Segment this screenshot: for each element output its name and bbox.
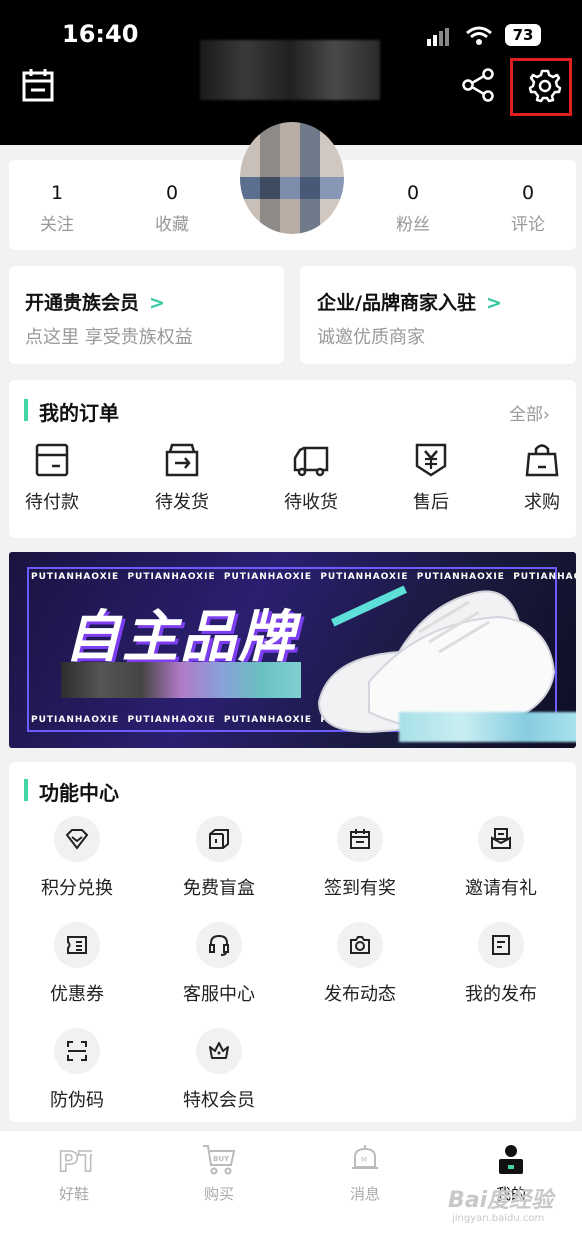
function-center-card: 功能中心 积分兑换 免费盲盒 签到有奖 邀请有礼 优惠券 客服中心 发布动态 我… [9,762,576,1122]
svg-text:PT: PT [58,1145,92,1175]
gear-icon[interactable] [527,68,563,104]
merchant-subtitle: 诚邀优质商家 [317,327,425,348]
bell-icon: M [352,1145,378,1169]
func-points-exchange[interactable]: 积分兑换 [22,816,132,900]
func-label: 签到有奖 [324,878,396,899]
fans-count[interactable]: 0 [373,182,453,204]
invite-icon [491,828,511,849]
orders-all-link[interactable]: 全部› [509,400,550,425]
blurred-username [200,40,380,100]
signal-icon [427,28,449,46]
comments-label[interactable]: 评论 [488,210,568,235]
coupon-icon [67,936,87,954]
watermark-url: jingyan.baidu.com [452,1213,545,1224]
func-customer-service[interactable]: 客服中心 [164,922,274,1006]
func-check-in-reward[interactable]: 签到有奖 [305,816,415,900]
section-accent-bar [24,779,28,801]
share-icon[interactable] [462,68,496,102]
watermark-logo: Bai度经验 [448,1188,554,1213]
order-label: 售后 [413,492,449,513]
order-after-sales[interactable]: 售后 [391,442,471,514]
section-accent-bar [24,399,28,421]
favorites-count[interactable]: 0 [132,182,212,204]
func-label: 发布动态 [324,984,396,1005]
battery-indicator: 73 [505,24,541,46]
func-label: 邀请有礼 [465,878,537,899]
comments-count[interactable]: 0 [488,182,568,204]
camera-icon [350,936,370,954]
nav-tab-shoes[interactable]: PT 好鞋 [34,1143,114,1204]
func-label: 积分兑换 [41,878,113,899]
sneaker-image [317,585,556,734]
order-pending-receipt[interactable]: 待收货 [271,442,351,514]
func-label: 我的发布 [465,984,537,1005]
merchant-join-card[interactable]: 企业/品牌商家入驻 > 诚邀优质商家 [300,266,576,364]
order-pending-shipment[interactable]: 待发货 [142,442,222,514]
diamond-icon [65,829,89,850]
nav-tab-messages[interactable]: M 消息 [325,1143,405,1204]
order-label: 待发货 [155,492,209,513]
buy-cart-icon: BUY [203,1145,236,1175]
svg-text:M: M [361,1156,367,1164]
document-icon [492,935,510,955]
box-icon [209,829,229,849]
fans-label[interactable]: 粉丝 [373,210,453,235]
nav-label: 好鞋 [58,1185,89,1203]
orders-card: 我的订单 全部› 待付款 待发货 待收货 售后 求购 [9,380,576,538]
crown-icon [209,1042,229,1059]
scan-icon [67,1041,87,1061]
nav-tab-buy[interactable]: BUY 购买 [179,1143,259,1204]
avatar[interactable] [240,122,344,234]
headset-icon [209,934,229,956]
vip-subtitle: 点这里 享受贵族权益 [25,327,193,348]
order-pending-payment[interactable]: 待付款 [12,442,92,514]
vip-membership-card[interactable]: 开通贵族会员 > 点这里 享受贵族权益 [9,266,284,364]
func-label: 客服中心 [183,984,255,1005]
following-count[interactable]: 1 [17,182,97,204]
calendar-icon [350,829,370,849]
order-label: 待收货 [284,492,338,513]
func-label: 免费盲盒 [183,878,255,899]
wifi-icon [466,26,492,45]
calendar-icon[interactable] [22,68,54,102]
package-out-icon [165,443,199,477]
status-time: 16:40 [62,20,139,48]
shopping-bag-icon [525,444,559,477]
following-label[interactable]: 关注 [17,210,97,235]
svg-text:BUY: BUY [213,1155,230,1163]
func-label: 优惠券 [50,984,104,1005]
nav-label: 消息 [349,1185,380,1203]
pt-logo-icon: PT [57,1144,98,1179]
chevron-right-icon: > [149,292,165,314]
brand-banner[interactable]: PUTIANHAOXIE PUTIANHAOXIE PUTIANHAOXIE P… [9,552,576,748]
favorites-label[interactable]: 收藏 [132,210,212,235]
vip-title: 开通贵族会员 [25,292,140,314]
func-label: 防伪码 [50,1090,104,1111]
banner-title: 自主品牌 [64,605,296,670]
order-label: 求购 [524,492,560,513]
blurred-banner-text [399,712,576,742]
yen-shield-icon [415,443,447,477]
wallet-icon [35,443,69,477]
func-anti-counterfeit[interactable]: 防伪码 [22,1028,132,1112]
func-post-update[interactable]: 发布动态 [305,922,415,1006]
function-center-title: 功能中心 [39,781,119,805]
nav-label: 购买 [203,1185,234,1203]
blurred-banner-subtitle [61,662,301,698]
func-free-blind-box[interactable]: 免费盲盒 [164,816,274,900]
func-privilege-member[interactable]: 特权会员 [164,1028,274,1112]
order-want-to-buy[interactable]: 求购 [502,442,582,514]
func-label: 特权会员 [183,1090,255,1111]
merchant-title: 企业/品牌商家入驻 [317,292,476,314]
func-invite-gift[interactable]: 邀请有礼 [446,816,556,900]
func-my-posts[interactable]: 我的发布 [446,922,556,1006]
func-coupons[interactable]: 优惠券 [22,922,132,1006]
orders-title: 我的订单 [39,401,119,425]
profile-icon [499,1145,523,1174]
truck-icon [293,446,329,477]
order-label: 待付款 [25,492,79,513]
chevron-right-icon: > [485,292,502,314]
